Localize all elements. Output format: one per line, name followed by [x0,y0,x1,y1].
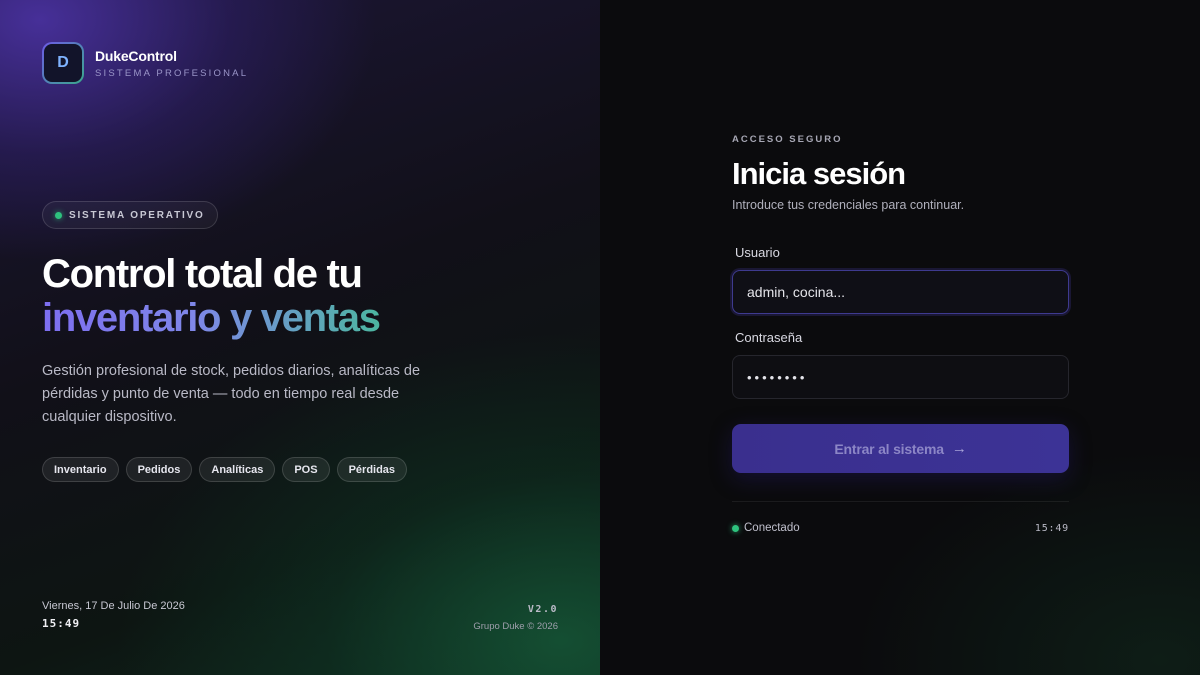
logo: D [42,42,84,84]
submit-label: Entrar al sistema [834,440,944,457]
status-badge: SISTEMA OPERATIVO [42,201,218,229]
tag-perdidas: Pérdidas [336,457,408,482]
login-footer: Conectado 15:49 [732,522,1069,534]
logo-letter: D [44,44,82,82]
version-label: V2.0 [527,604,558,615]
headline-line-2: inventario y ventas [42,296,381,340]
password-label: Contraseña [735,330,803,345]
connection-dot-icon [732,524,739,532]
brand-subtitle: SISTEMA PROFESIONAL [95,67,249,79]
brand-name: DukeControl [95,47,177,64]
current-time: 15:49 [42,617,81,630]
login-subtitle: Introduce tus credenciales para continua… [732,198,965,212]
copyright: Grupo Duke © 2026 [473,621,558,632]
arrow-right-icon: → [951,440,967,457]
current-date: Viernes, 17 De Julio De 2026 [42,600,185,612]
username-label: Usuario [735,245,780,260]
status-dot-icon [55,211,62,219]
login-title: Inicia sesión [732,156,906,191]
tag-pos: POS [282,457,330,482]
feature-tags: Inventario Pedidos Analíticas POS Pérdid… [42,457,414,482]
tag-pedidos: Pedidos [125,457,193,482]
connection-status: Conectado [732,522,800,534]
username-input[interactable]: admin, cocina... [732,270,1069,314]
status-text: SISTEMA OPERATIVO [69,209,205,221]
headline-line-1: Control total de tu [42,252,363,296]
login-form: ACCESO SEGURO Inicia sesión Introduce tu… [732,130,1069,534]
password-input[interactable]: •••••••• [732,355,1069,399]
brand: D DukeControl SISTEMA PROFESIONAL [42,42,248,84]
tag-analiticas: Analíticas [199,457,276,482]
login-eyebrow: ACCESO SEGURO [732,134,843,145]
hero-headline: Control total de tu inventario y ventas [42,252,381,340]
hero-panel: D DukeControl SISTEMA PROFESIONAL SISTEM… [0,0,600,675]
form-divider [732,501,1069,502]
login-submit-button[interactable]: Entrar al sistema → [732,424,1069,473]
hero-description: Gestión profesional de stock, pedidos di… [42,363,421,425]
login-clock: 15:49 [1034,522,1069,534]
tag-inventario: Inventario [42,457,119,482]
connection-text: Conectado [744,522,800,534]
brand-text: DukeControl SISTEMA PROFESIONAL [95,48,248,79]
login-panel: ACCESO SEGURO Inicia sesión Introduce tu… [600,0,1200,675]
